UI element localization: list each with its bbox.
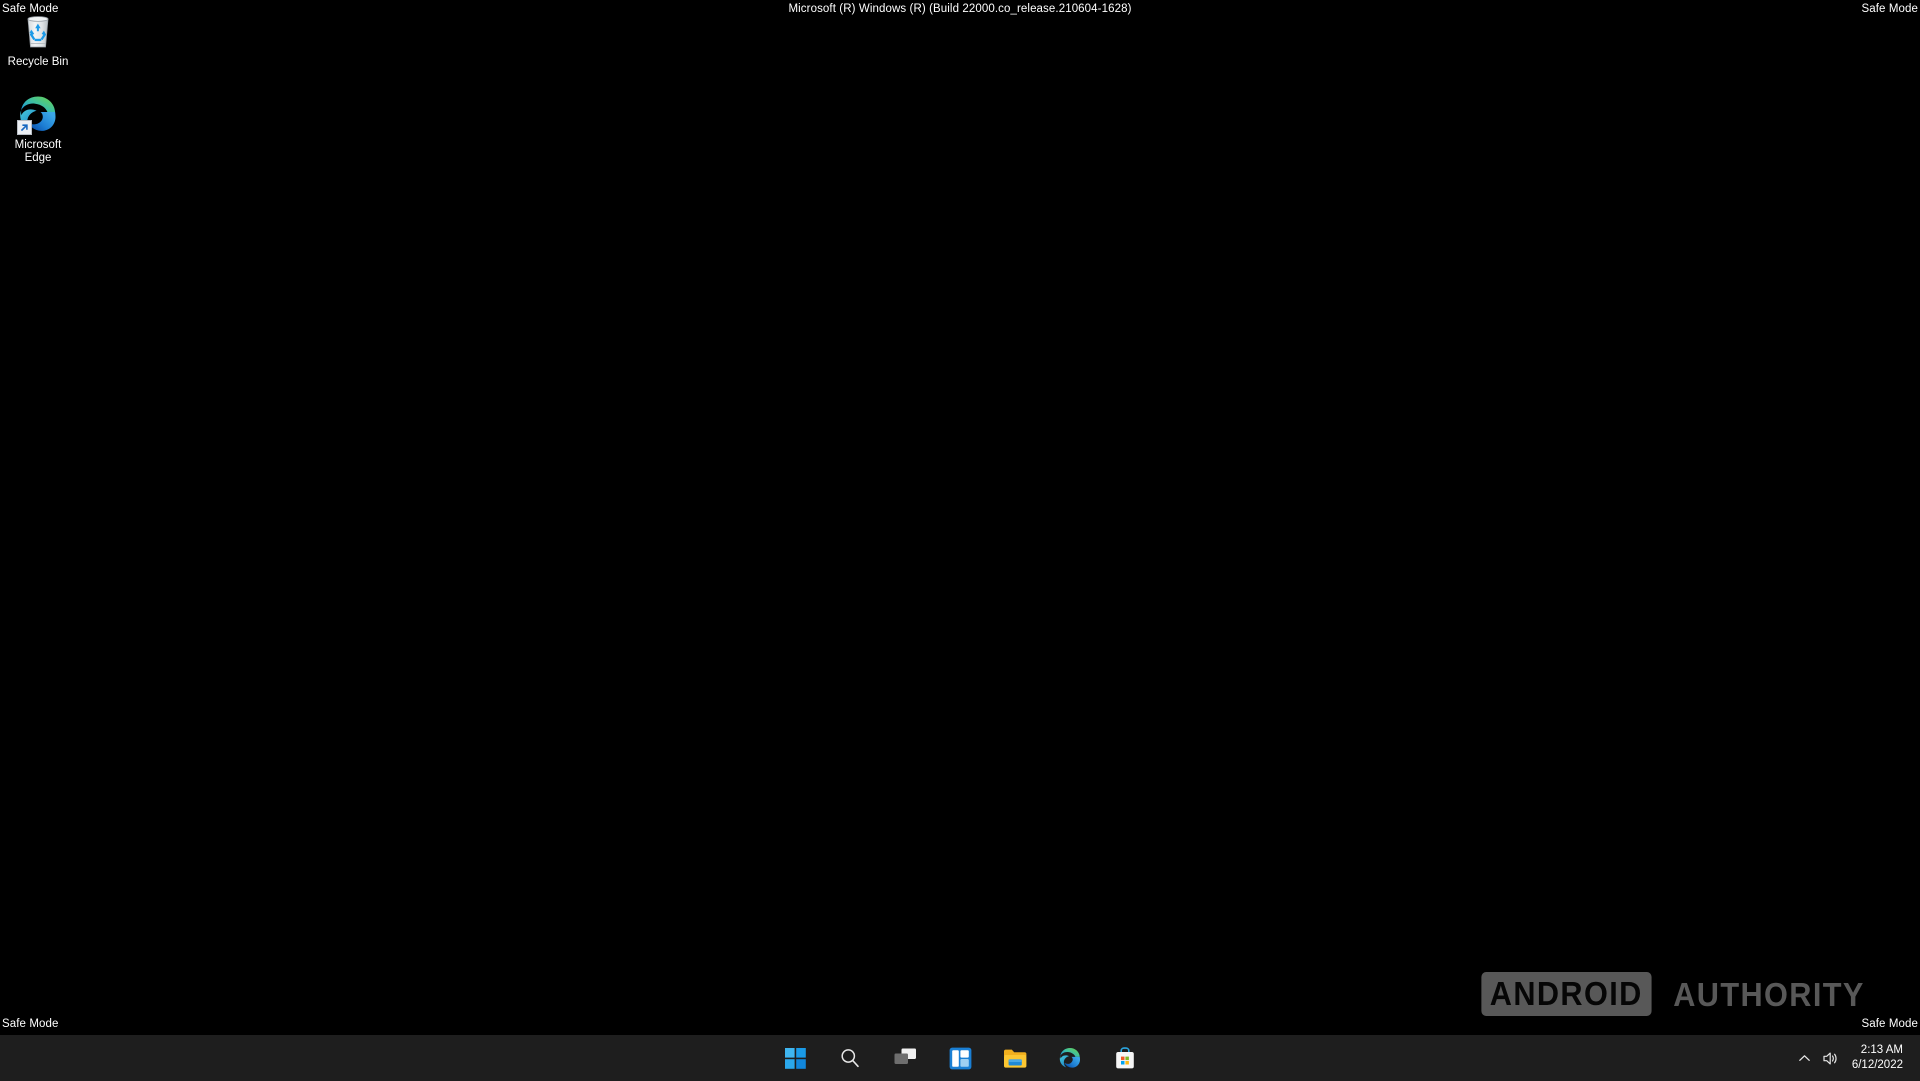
widgets-icon — [949, 1047, 971, 1069]
start-button[interactable] — [776, 1039, 814, 1077]
clock-date: 6/12/2022 — [1851, 1059, 1903, 1071]
system-tray: 2:13 AM 6/12/2022 — [1792, 1035, 1920, 1081]
file-explorer-button[interactable] — [996, 1039, 1034, 1077]
desktop-icon-microsoft-edge[interactable]: Microsoft Edge — [0, 93, 76, 164]
safe-mode-label-bottom-left: Safe Mode — [2, 1018, 59, 1030]
windows-start-icon — [784, 1047, 806, 1069]
task-view-button[interactable] — [886, 1039, 924, 1077]
recycle-bin-icon — [17, 10, 59, 52]
search-icon — [841, 1049, 859, 1068]
taskbar-center-group — [0, 1035, 1920, 1081]
desktop-icon-label-recycle-bin: Recycle Bin — [7, 56, 69, 68]
desktop-icon-recycle-bin[interactable]: Recycle Bin — [0, 10, 76, 69]
microsoft-store-button[interactable] — [1106, 1039, 1144, 1077]
search-button[interactable] — [831, 1039, 869, 1077]
edge-icon — [17, 93, 59, 135]
task-view-icon — [894, 1048, 916, 1064]
edge-icon — [1059, 1048, 1080, 1068]
chevron-up-icon — [1799, 1054, 1811, 1061]
desktop-screen: Safe Mode Safe Mode Safe Mode Safe Mode … — [0, 0, 1920, 1081]
widgets-button[interactable] — [941, 1039, 979, 1077]
store-bag-icon — [1116, 1046, 1134, 1068]
android-authority-watermark: ANDROID AUTHORITY — [1475, 972, 1873, 1016]
clock-button[interactable]: 2:13 AM 6/12/2022 — [1844, 1043, 1913, 1073]
clock-time: 2:13 AM — [1860, 1044, 1903, 1056]
desktop-icon-label-microsoft-edge: Microsoft Edge — [14, 139, 62, 164]
show-hidden-icons-button[interactable] — [1792, 1035, 1818, 1081]
edge-taskbar-button[interactable] — [1051, 1039, 1089, 1077]
shortcut-arrow-icon — [17, 120, 32, 135]
safe-mode-label-bottom-right: Safe Mode — [1861, 1018, 1918, 1030]
windows-build-string: Microsoft (R) Windows (R) (Build 22000.c… — [788, 3, 1132, 15]
speaker-icon — [1823, 1052, 1837, 1064]
taskbar: 2:13 AM 6/12/2022 — [0, 1035, 1920, 1081]
watermark-plain-word: AUTHORITY — [1673, 975, 1865, 1013]
volume-button[interactable] — [1818, 1035, 1844, 1081]
watermark-boxed-word: ANDROID — [1480, 972, 1651, 1016]
folder-icon — [1003, 1049, 1026, 1068]
